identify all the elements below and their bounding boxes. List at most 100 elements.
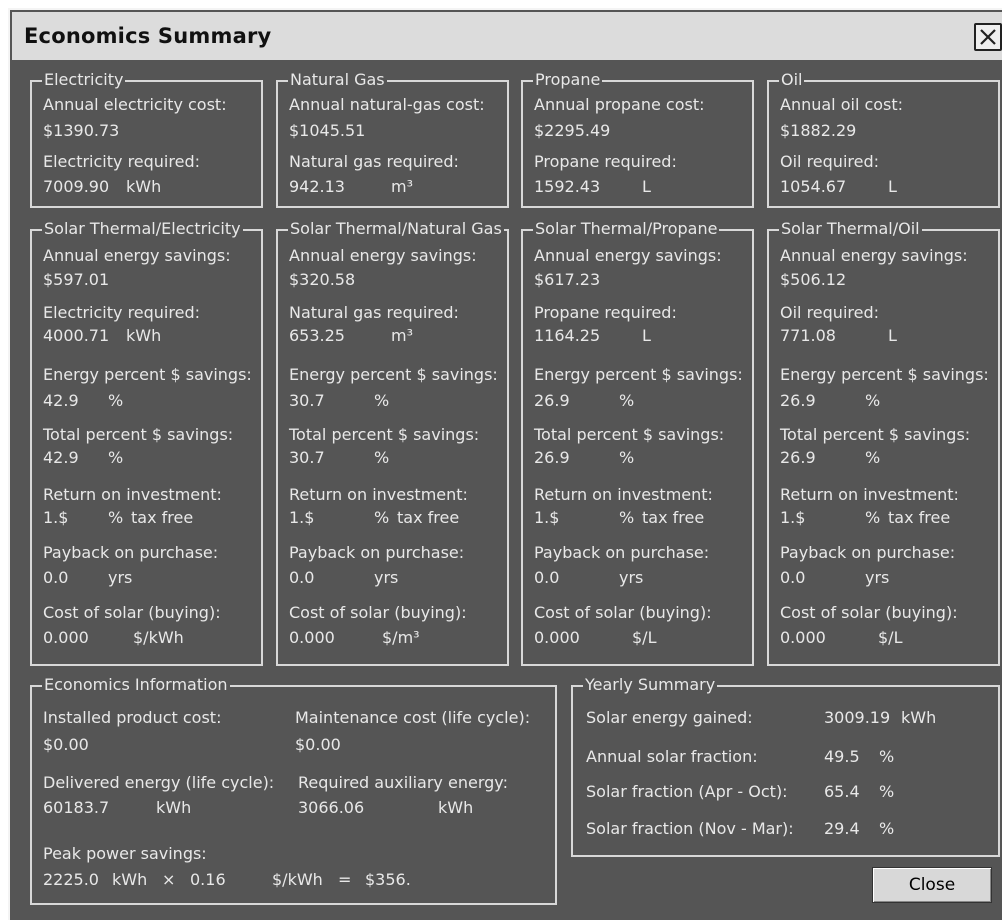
savings-label: Annual energy savings: — [534, 246, 722, 265]
required-label: Oil required: — [780, 303, 879, 322]
maintenance-cost-label: Maintenance cost (life cycle): — [295, 708, 531, 727]
annual-solar-fraction-unit: % — [879, 747, 895, 766]
solar-energy-gained-value: 3009.19 — [824, 708, 891, 727]
close-icon[interactable] — [974, 23, 1002, 51]
required-unit: m³ — [391, 177, 413, 196]
payback-value: 0.0 — [534, 568, 560, 587]
installed-cost-label: Installed product cost: — [43, 708, 222, 727]
cost-value: $1390.73 — [43, 121, 120, 140]
roi-unit: % — [374, 508, 390, 527]
roi-label: Return on investment: — [780, 485, 959, 504]
group-solar-propane: Solar Thermal/Propane Annual energy savi… — [521, 218, 754, 666]
payback-label: Payback on purchase: — [534, 543, 710, 562]
energy-pct-label: Energy percent $ savings: — [289, 365, 498, 384]
total-pct-label: Total percent $ savings: — [43, 425, 234, 444]
total-pct-label: Total percent $ savings: — [534, 425, 725, 444]
peak-power-result: $356. — [365, 870, 411, 889]
required-value: 7009.90 — [43, 177, 110, 196]
group-title: Solar Thermal/Natural Gas — [288, 218, 504, 240]
cost-solar-label: Cost of solar (buying): — [289, 603, 467, 622]
economics-summary-dialog: Economics Summary Electricity Annual ele… — [8, 8, 1002, 920]
solar-energy-gained-label: Solar energy gained: — [586, 708, 753, 727]
annual-solar-fraction-value: 49.5 — [824, 747, 860, 766]
group-title: Solar Thermal/Oil — [779, 218, 922, 240]
required-label: Electricity required: — [43, 152, 200, 171]
roi-label: Return on investment: — [534, 485, 713, 504]
group-propane: Propane Annual propane cost: $2295.49 Pr… — [521, 69, 754, 208]
energy-pct-value: 26.9 — [534, 391, 570, 410]
cost-solar-unit: $/L — [878, 628, 903, 647]
required-label: Propane required: — [534, 152, 677, 171]
group-title: Solar Thermal/Electricity — [42, 218, 243, 240]
energy-pct-unit: % — [374, 391, 390, 410]
group-yearly-summary: Yearly Summary Solar energy gained: 3009… — [571, 674, 1000, 857]
required-value: 1164.25 — [534, 326, 601, 345]
required-value: 4000.71 — [43, 326, 110, 345]
group-oil: Oil Annual oil cost: $1882.29 Oil requir… — [767, 69, 1000, 208]
required-value: 771.08 — [780, 326, 836, 345]
auxiliary-energy-label: Required auxiliary energy: — [298, 773, 508, 792]
roi-unit: % — [108, 508, 124, 527]
energy-pct-label: Energy percent $ savings: — [43, 365, 252, 384]
energy-pct-value: 30.7 — [289, 391, 325, 410]
energy-pct-unit: % — [619, 391, 635, 410]
delivered-energy-unit: kWh — [156, 798, 192, 817]
payback-value: 0.0 — [780, 568, 806, 587]
energy-pct-value: 26.9 — [780, 391, 816, 410]
total-pct-label: Total percent $ savings: — [780, 425, 971, 444]
required-unit: kWh — [126, 177, 162, 196]
total-pct-value: 42.9 — [43, 448, 79, 467]
installed-cost-value: $0.00 — [43, 735, 89, 754]
rate-unit: $/kWh — [272, 870, 323, 889]
group-title: Solar Thermal/Propane — [533, 218, 720, 240]
energy-pct-unit: % — [865, 391, 881, 410]
payback-label: Payback on purchase: — [43, 543, 219, 562]
roi-value: 1.$ — [289, 508, 315, 527]
total-pct-unit: % — [374, 448, 390, 467]
auxiliary-energy-value: 3066.06 — [298, 798, 365, 817]
cost-value: $1882.29 — [780, 121, 857, 140]
required-label: Natural gas required: — [289, 303, 459, 322]
group-solar-electricity: Solar Thermal/Electricity Annual energy … — [30, 218, 263, 666]
tax-free-label: tax free — [397, 508, 460, 527]
multiply-sign: × — [162, 870, 176, 889]
auxiliary-energy-unit: kWh — [438, 798, 474, 817]
group-solar-oil: Solar Thermal/Oil Annual energy savings:… — [767, 218, 1000, 666]
energy-pct-label: Energy percent $ savings: — [534, 365, 743, 384]
payback-unit: yrs — [108, 568, 133, 587]
maintenance-cost-value: $0.00 — [295, 735, 341, 754]
savings-value: $617.23 — [534, 270, 601, 289]
total-pct-value: 30.7 — [289, 448, 325, 467]
roi-value: 1.$ — [43, 508, 69, 527]
solar-fraction-apr-oct-value: 65.4 — [824, 782, 860, 801]
required-unit: L — [642, 326, 651, 345]
required-value: 653.25 — [289, 326, 345, 345]
savings-label: Annual energy savings: — [780, 246, 968, 265]
group-electricity: Electricity Annual electricity cost: $13… — [30, 69, 263, 208]
required-unit: kWh — [126, 326, 162, 345]
peak-power-unit: kWh — [112, 870, 148, 889]
solar-fraction-nov-mar-unit: % — [879, 819, 895, 838]
cost-label: Annual propane cost: — [534, 95, 705, 114]
tax-free-label: tax free — [888, 508, 951, 527]
required-unit: L — [888, 177, 897, 196]
required-label: Electricity required: — [43, 303, 200, 322]
roi-label: Return on investment: — [289, 485, 468, 504]
rate-value: 0.16 — [190, 870, 226, 889]
roi-value: 1.$ — [780, 508, 806, 527]
required-label: Natural gas required: — [289, 152, 459, 171]
cost-solar-label: Cost of solar (buying): — [534, 603, 712, 622]
total-pct-unit: % — [108, 448, 124, 467]
savings-value: $320.58 — [289, 270, 356, 289]
required-label: Propane required: — [534, 303, 677, 322]
cost-solar-unit: $/m³ — [382, 628, 420, 647]
annual-solar-fraction-label: Annual solar fraction: — [586, 747, 758, 766]
required-unit: L — [888, 326, 897, 345]
peak-power-label: Peak power savings: — [43, 844, 207, 863]
payback-label: Payback on purchase: — [289, 543, 465, 562]
cost-solar-value: 0.000 — [534, 628, 580, 647]
roi-label: Return on investment: — [43, 485, 222, 504]
group-natural-gas: Natural Gas Annual natural-gas cost: $10… — [276, 69, 509, 208]
payback-unit: yrs — [865, 568, 890, 587]
close-button[interactable]: Close — [872, 867, 992, 903]
